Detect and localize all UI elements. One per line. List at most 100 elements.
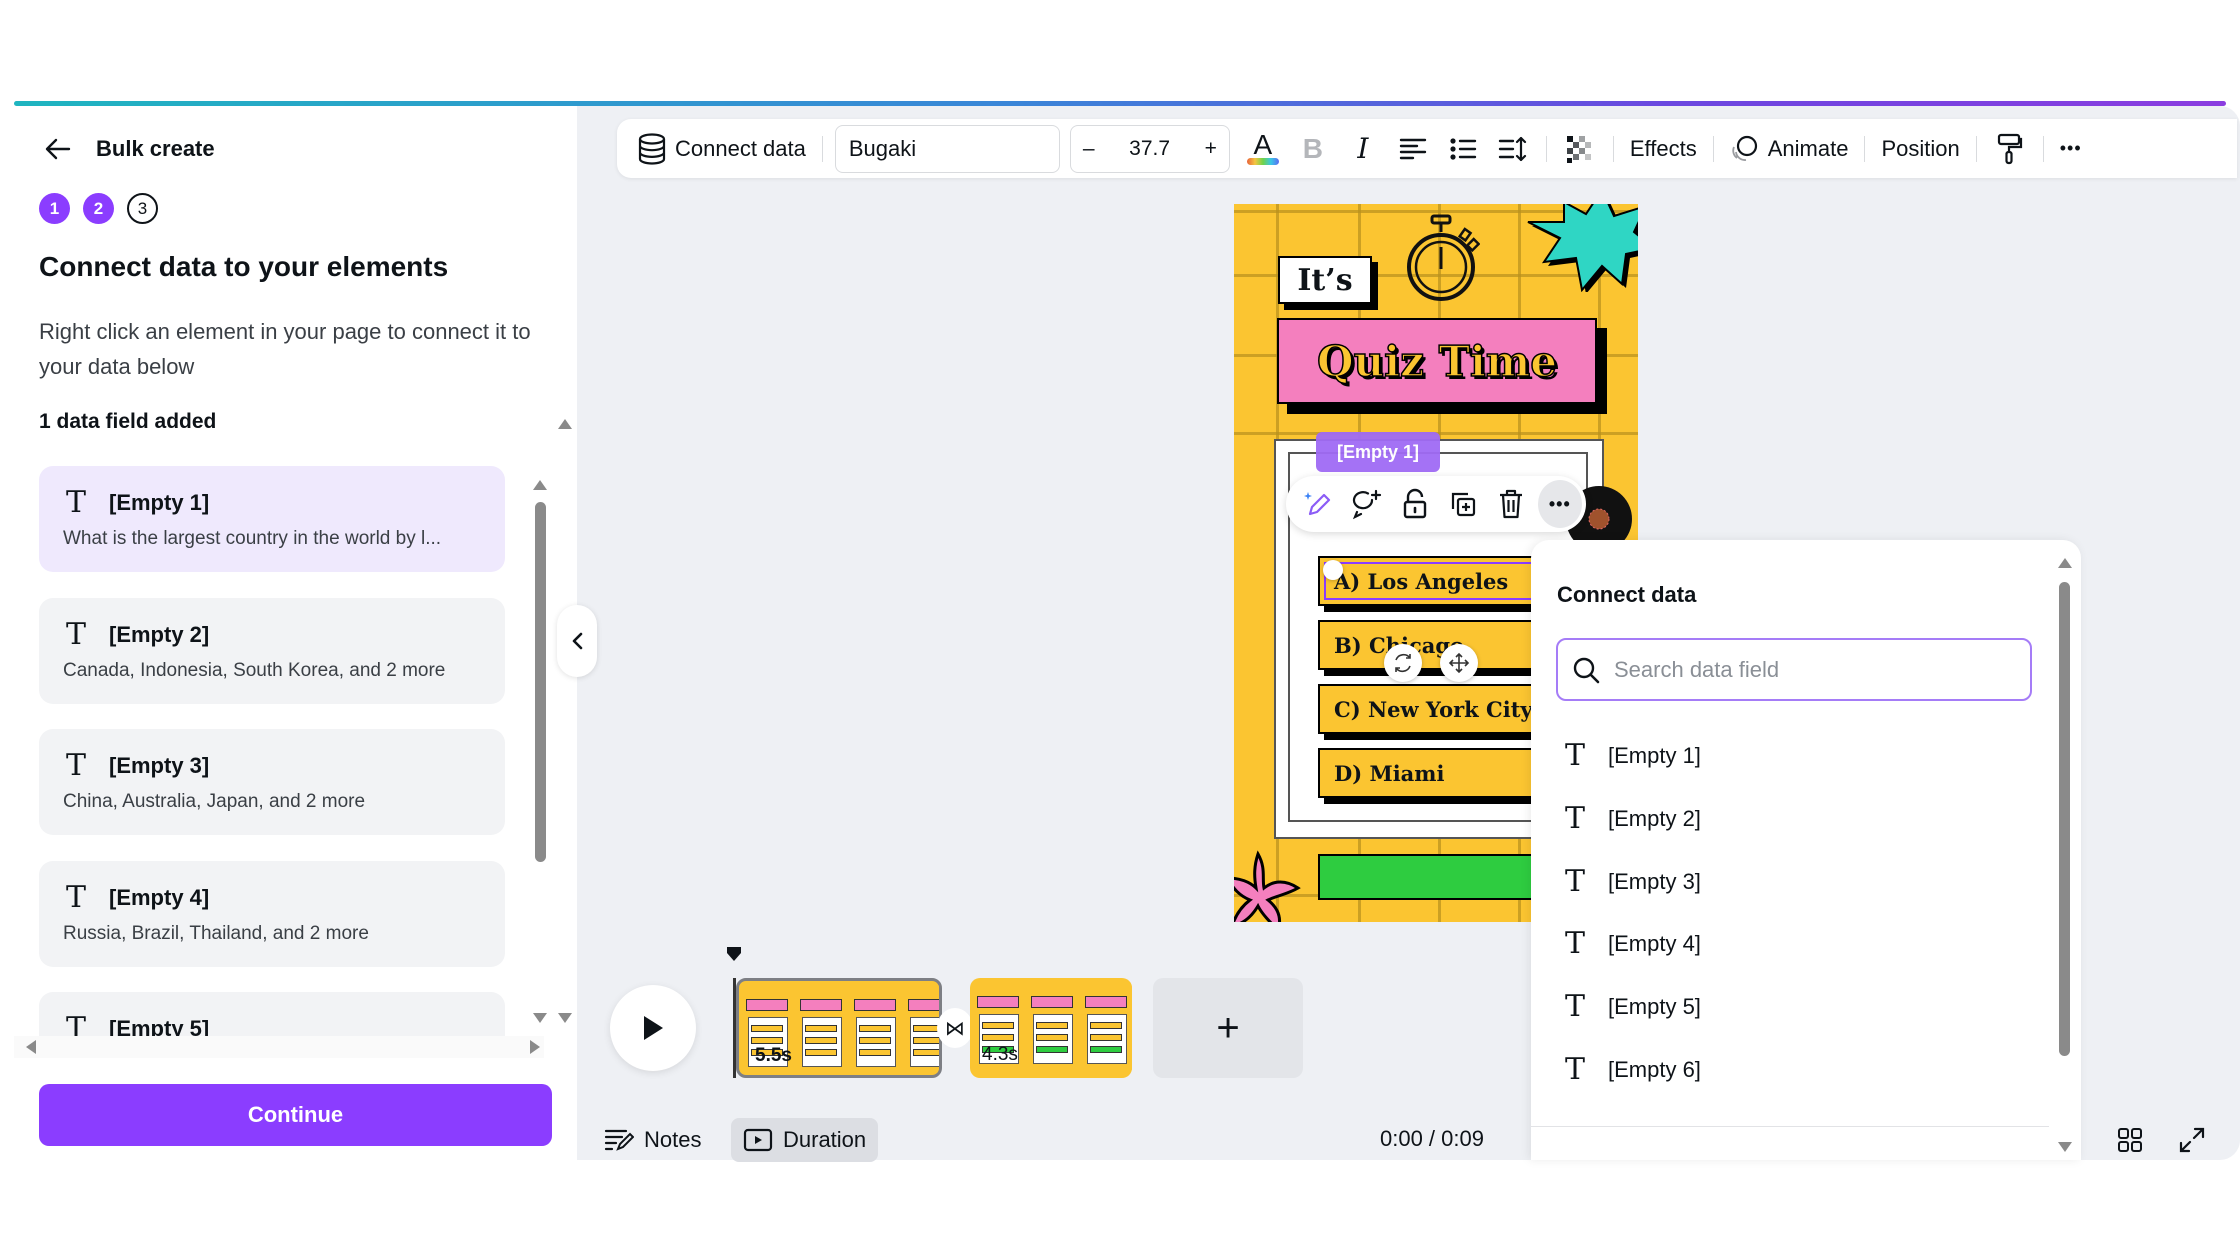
data-field-option-label: [Empty 2] [1608,806,1701,831]
data-field-option-label: [Empty 4] [1608,931,1701,956]
data-field-option[interactable]: T [Empty 3] [1556,856,2016,908]
bold-icon: B [1302,132,1323,164]
duplicate-button[interactable] [1441,480,1485,528]
quiz-title-box[interactable]: Quiz Time [1277,318,1597,404]
step-3: 3 [127,193,158,224]
scroll-up-arrow[interactable] [2058,558,2072,568]
step-1: 1 [39,193,70,224]
back-button[interactable] [40,134,76,164]
text-type-icon: T [1564,926,1585,961]
copy-style-button[interactable] [1985,127,2035,171]
clip-duration: 5.5s [755,1045,792,1066]
scrollbar-thumb[interactable] [2059,582,2070,1056]
field-list-scrollbar[interactable] [532,476,548,1026]
playhead-marker-icon[interactable] [725,945,743,963]
fullscreen-button[interactable] [2174,1122,2210,1158]
element-context-toolbar: ••• [1286,476,1586,532]
scroll-up-arrow[interactable] [533,480,547,490]
text-type-icon: T [1564,801,1585,836]
rainbow-color-swatch [1246,158,1279,165]
add-comment-button[interactable] [1344,480,1388,528]
text-type-icon: T [65,1011,86,1037]
data-field-option[interactable]: T [Empty 6] [1556,1044,2016,1096]
sidebar-heading: Connect data to your elements [39,251,449,282]
data-field-card[interactable]: T [Empty 3] China, Australia, Japan, and… [39,729,505,835]
data-field-values: China, Australia, Japan, and 2 more [63,791,366,812]
connect-data-button[interactable]: Connect data [629,127,814,171]
its-text[interactable]: It’s [1278,256,1372,304]
data-field-option-label: [Empty 3] [1608,869,1701,894]
trash-icon [1500,489,1523,519]
delete-button[interactable] [1489,480,1533,528]
scroll-down-arrow[interactable] [2058,1142,2072,1152]
transition-button[interactable]: ⋈ [937,1008,973,1048]
lock-button[interactable] [1393,480,1437,528]
timeline-clip[interactable]: 4.3s [970,978,1132,1078]
font-size-input[interactable]: 37.7 [1129,137,1170,161]
data-field-option[interactable]: T [Empty 1] [1556,730,2016,782]
toolbar-divider [1612,135,1614,162]
duration-button[interactable]: Duration [731,1118,879,1162]
italic-icon: I [1357,132,1369,165]
text-color-button[interactable]: A [1238,127,1288,171]
more-actions-button[interactable]: ••• [1537,480,1582,528]
magic-edit-button[interactable] [1296,480,1340,528]
data-field-option-label: [Empty 5] [1608,994,1701,1019]
data-field-option[interactable]: T [Empty 5] [1556,981,2016,1033]
popup-title: Connect data [1557,582,1697,607]
play-button[interactable] [610,985,696,1071]
clip-frame-thumbnail [851,985,901,1073]
add-page-button[interactable]: + [1153,978,1303,1078]
transparency-button[interactable] [1555,127,1605,171]
scrollbar-thumb[interactable] [535,502,546,862]
field-list-horizontal-scrollbar[interactable] [14,1036,544,1058]
move-handle[interactable] [1440,644,1478,682]
play-icon [644,1016,663,1040]
data-field-card[interactable]: T [Empty 4] Russia, Brazil, Thailand, an… [39,861,505,967]
scroll-down-arrow[interactable] [533,1013,547,1023]
continue-button[interactable]: Continue [39,1084,552,1146]
data-field-option[interactable]: T [Empty 4] [1556,918,2016,970]
data-field-title: [Empty 4] [109,885,210,910]
data-field-card[interactable]: T [Empty 1] What is the largest country … [39,466,505,572]
popup-scrollbar[interactable] [2057,552,2073,1152]
text-type-icon: T [1564,989,1585,1024]
rotate-handle[interactable] [1384,644,1422,682]
more-options-button[interactable]: ••• [2052,127,2090,171]
decrease-font-size-button[interactable]: – [1083,137,1095,161]
search-data-field-input[interactable] [1614,656,1994,683]
sidebar-description: Right click an element in your page to c… [39,319,531,379]
text-type-icon: T [1564,864,1585,899]
data-field-title: [Empty 3] [109,753,210,778]
stopwatch-icon [1407,214,1480,301]
list-scroll-up-arrow[interactable] [558,419,572,429]
selection-corner-handle[interactable] [1323,560,1343,580]
toolbar-divider [1712,135,1714,162]
scroll-right-arrow[interactable] [530,1040,540,1054]
search-data-field[interactable] [1556,638,2032,701]
font-family-dropdown[interactable]: Bugaki [834,124,1060,173]
duration-label: Duration [783,1127,867,1152]
scroll-left-arrow[interactable] [26,1040,36,1054]
italic-button[interactable]: I [1338,127,1388,171]
notes-button[interactable]: Notes [592,1118,713,1162]
more-dots-icon: ••• [1548,493,1571,514]
data-field-card[interactable]: T [Empty 2] Canada, Indonesia, South Kor… [39,598,505,704]
outer-scroll-down-arrow[interactable] [558,1013,572,1023]
bold-button[interactable]: B [1288,127,1338,171]
text-type-icon: T [65,880,86,915]
effects-button[interactable]: Effects [1622,127,1705,171]
align-button[interactable] [1388,127,1438,171]
timeline-clip[interactable]: 5.5s [736,978,942,1078]
spacing-button[interactable] [1488,127,1538,171]
text-type-icon: T [65,485,86,520]
position-button[interactable]: Position [1873,127,1967,171]
search-icon [1573,657,1600,683]
data-field-option[interactable]: T [Empty 2] [1556,793,2016,845]
increase-font-size-button[interactable]: + [1205,137,1217,161]
grid-view-button[interactable] [2112,1122,2148,1158]
data-field-card[interactable]: T [Empty 5] [39,992,505,1036]
collapse-sidebar-button[interactable] [557,605,597,677]
list-button[interactable] [1438,127,1488,171]
animate-button[interactable]: Animate [1722,127,1857,171]
